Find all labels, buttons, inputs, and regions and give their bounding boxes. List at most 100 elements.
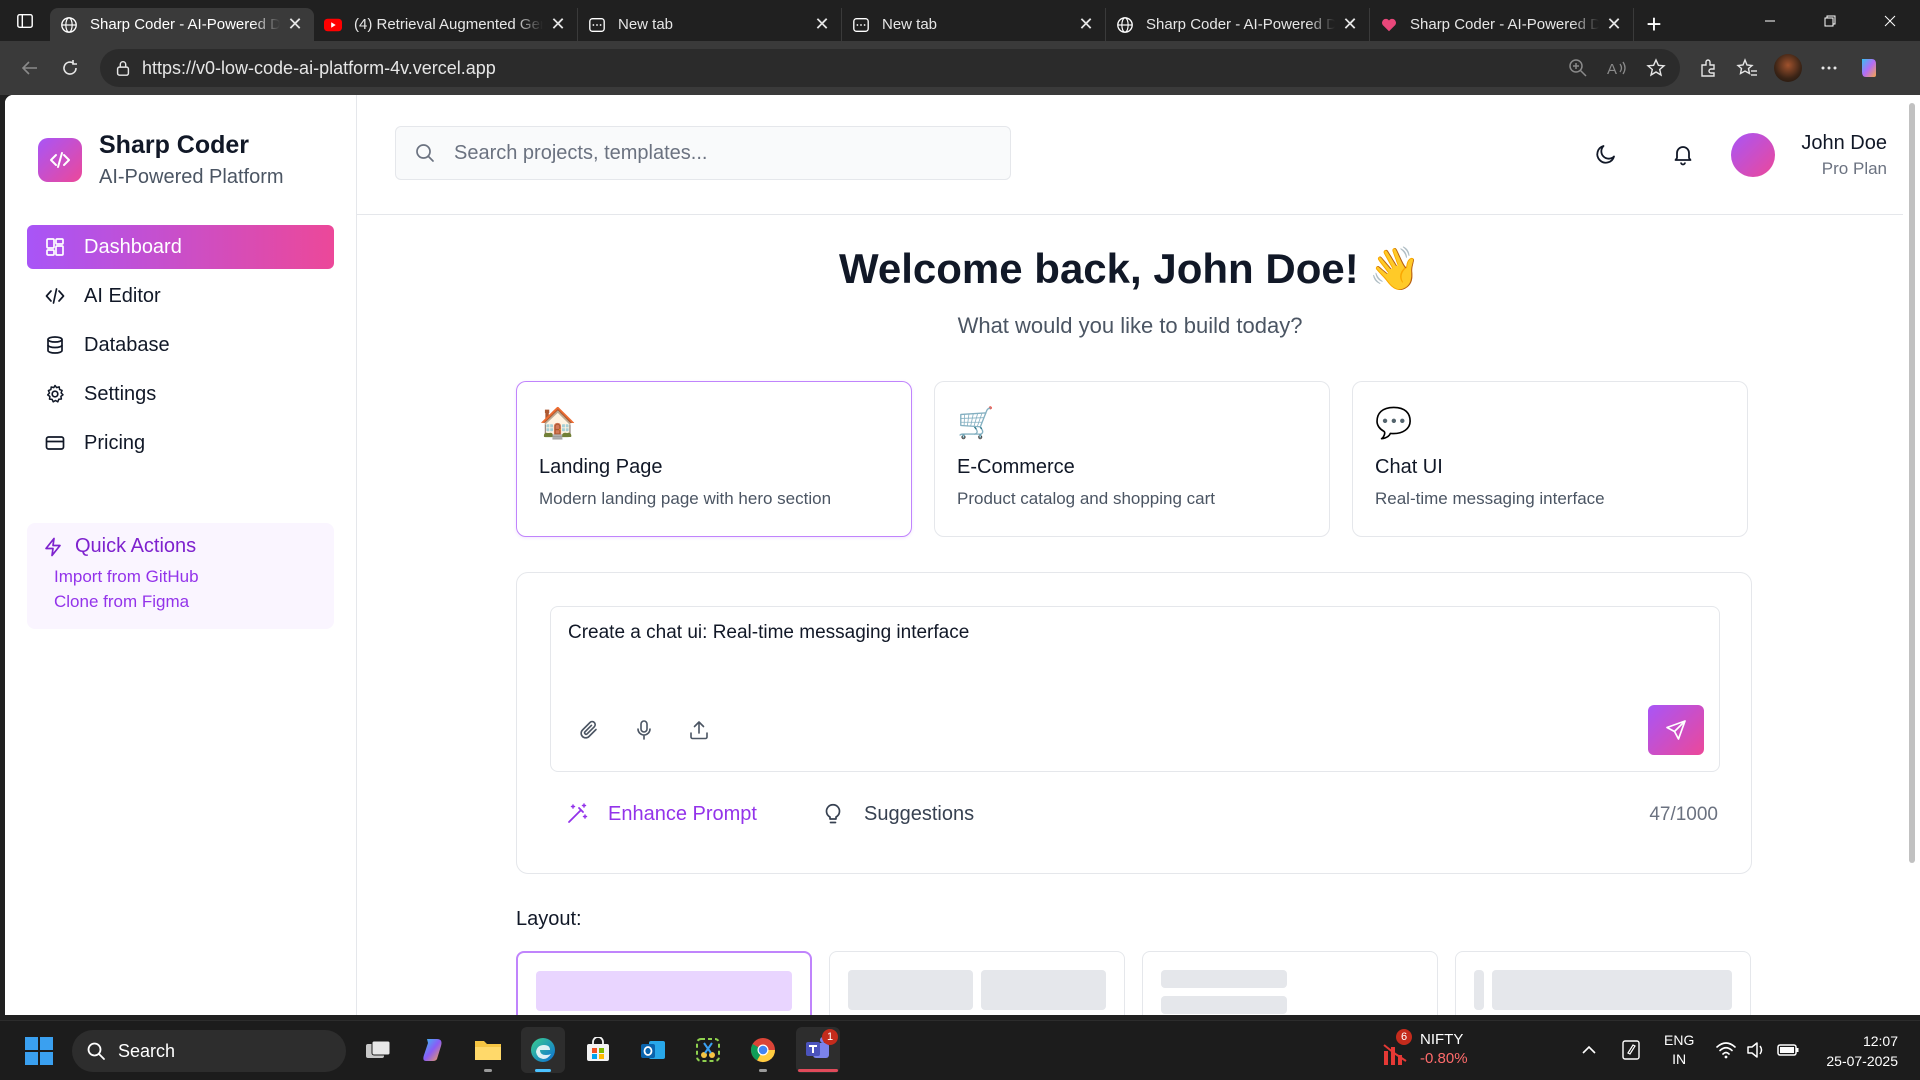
template-name: E-Commerce [957, 456, 1075, 478]
code-logo-icon [38, 138, 82, 182]
address-bar[interactable]: https://v0-low-code-ai-platform-4v.verce… [100, 49, 1680, 87]
language-indicator[interactable]: ENG IN [1664, 1031, 1694, 1069]
chrome-button[interactable] [741, 1027, 785, 1073]
task-view-button[interactable] [356, 1027, 400, 1073]
user-name: John Doe [1801, 132, 1887, 154]
minimize-button[interactable] [1740, 0, 1800, 41]
brand-name: Sharp Coder [99, 131, 250, 159]
restore-button[interactable] [1800, 0, 1860, 41]
layout-option-single[interactable] [516, 951, 812, 1015]
close-window-button[interactable] [1860, 0, 1920, 41]
theme-toggle-button[interactable] [1594, 142, 1618, 166]
enhance-prompt-button[interactable]: Enhance Prompt [565, 802, 757, 826]
browser-tab[interactable]: (4) Retrieval Augmented Generation ✕ [314, 8, 578, 41]
edge-browser-button[interactable] [521, 1027, 565, 1073]
microsoft-store-button[interactable] [576, 1027, 620, 1073]
read-aloud-icon[interactable]: A [1606, 58, 1628, 78]
quick-actions-title: Quick Actions [43, 535, 318, 558]
copilot-taskbar-button[interactable] [411, 1027, 455, 1073]
paperclip-icon[interactable] [578, 719, 600, 741]
stock-change: -0.80% [1420, 1050, 1468, 1067]
restore-icon [1824, 15, 1836, 26]
new-tab-button[interactable]: + [1634, 8, 1674, 41]
copilot-icon [423, 1039, 442, 1061]
template-card-chat-ui[interactable]: 💬 Chat UI Real-time messaging interface [1352, 381, 1748, 537]
globe-icon [60, 16, 78, 34]
favorites-icon[interactable] [1736, 57, 1758, 79]
taskbar-search-label: Search [118, 1040, 176, 1061]
welcome-text: Welcome back, John Doe! [839, 245, 1359, 292]
close-tab-icon[interactable]: ✕ [813, 14, 831, 34]
brand[interactable]: Sharp Coder AI-Powered Platform [38, 131, 284, 189]
store-icon [587, 1037, 609, 1061]
notifications-button[interactable] [1671, 142, 1695, 166]
stock-widget[interactable]: 6 NIFTY -0.80% [1382, 1029, 1468, 1068]
refresh-button[interactable] [50, 48, 90, 88]
sidebar-item-dashboard[interactable]: Dashboard [27, 225, 334, 269]
sidebar-item-pricing[interactable]: Pricing [27, 421, 334, 465]
quick-settings-button[interactable] [1716, 1041, 1800, 1059]
bell-icon [1674, 146, 1692, 166]
scrollbar-thumb[interactable] [1909, 103, 1915, 863]
close-tab-icon[interactable]: ✕ [549, 14, 567, 34]
import-github-link[interactable]: Import from GitHub [54, 567, 318, 587]
lightning-icon [45, 537, 61, 556]
suggestions-button[interactable]: Suggestions [821, 802, 974, 826]
region-code: IN [1672, 1051, 1687, 1067]
layout-option-grid[interactable] [1142, 951, 1438, 1015]
outlook-button[interactable] [631, 1027, 675, 1073]
clock[interactable]: 12:07 25-07-2025 [1826, 1031, 1898, 1071]
start-button[interactable] [24, 1036, 54, 1071]
notification-badge: 1 [822, 1029, 838, 1045]
close-tab-icon[interactable]: ✕ [1341, 14, 1359, 34]
microphone-icon[interactable] [633, 719, 655, 741]
running-indicator [759, 1069, 767, 1072]
layout-preview-block [1161, 970, 1287, 988]
tab-title: New tab [882, 16, 938, 33]
close-tab-icon[interactable]: ✕ [1605, 14, 1623, 34]
avatar[interactable] [1731, 133, 1775, 177]
search-input[interactable]: Search projects, templates... [395, 126, 1011, 180]
layout-option-two-column[interactable] [829, 951, 1125, 1015]
tab-actions-button[interactable] [0, 0, 50, 41]
teams-button[interactable]: 1 [796, 1027, 840, 1073]
profile-avatar[interactable] [1774, 54, 1802, 82]
chevron-up-icon[interactable] [1580, 1041, 1598, 1059]
close-tab-icon[interactable]: ✕ [1077, 14, 1095, 34]
page-scrollbar[interactable] [1903, 95, 1920, 1015]
template-card-e-commerce[interactable]: 🛒 E-Commerce Product catalog and shoppin… [934, 381, 1330, 537]
layout-preview-block [981, 970, 1106, 1010]
browser-tab[interactable]: Sharp Coder - AI-Powered Development ✕ [50, 8, 314, 41]
browser-tab[interactable]: New tab ✕ [842, 8, 1106, 41]
star-icon[interactable] [1646, 58, 1666, 78]
send-button[interactable] [1648, 705, 1704, 755]
layout-label: Layout: [516, 908, 582, 930]
arrow-left-icon [21, 61, 37, 75]
sidebar-item-database[interactable]: Database [27, 323, 334, 367]
taskbar-search[interactable]: Search [72, 1030, 346, 1072]
outlook-icon [641, 1041, 665, 1059]
layout-option-sidebar[interactable] [1455, 951, 1751, 1015]
tab-title: Sharp Coder - AI-Powered Development [1410, 16, 1599, 33]
wave-emoji: 👋 [1368, 245, 1421, 292]
extensions-icon[interactable] [1698, 57, 1720, 79]
back-button[interactable] [10, 48, 50, 88]
template-card-landing-page[interactable]: 🏠 Landing Page Modern landing page with … [516, 381, 912, 537]
file-explorer-button[interactable] [466, 1027, 510, 1073]
more-icon[interactable] [1818, 57, 1840, 79]
magic-wand-icon [568, 803, 588, 823]
sidebar-item-settings[interactable]: Settings [27, 372, 334, 416]
close-tab-icon[interactable]: ✕ [286, 14, 304, 34]
sidebar-item-ai-editor[interactable]: AI Editor [27, 274, 334, 318]
browser-tab[interactable]: New tab ✕ [578, 8, 842, 41]
pen-tablet-icon[interactable] [1620, 1039, 1642, 1061]
clone-figma-link[interactable]: Clone from Figma [54, 592, 318, 612]
prompt-textarea[interactable]: Create a chat ui: Real-time messaging in… [550, 606, 1720, 772]
upload-icon[interactable] [688, 719, 710, 741]
browser-tab[interactable]: Sharp Coder - AI-Powered Development ✕ [1370, 8, 1634, 41]
copilot-icon[interactable] [1856, 55, 1882, 81]
moon-icon [1596, 145, 1615, 164]
snipping-tool-button[interactable] [686, 1027, 730, 1073]
zoom-icon[interactable] [1568, 58, 1588, 78]
browser-tab[interactable]: Sharp Coder - AI-Powered Development ✕ [1106, 8, 1370, 41]
